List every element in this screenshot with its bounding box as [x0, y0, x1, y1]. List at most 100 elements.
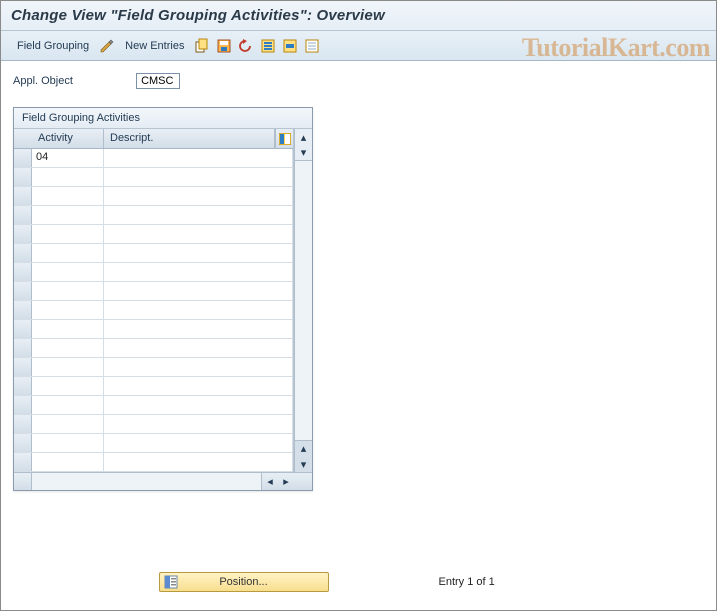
cell-descript[interactable] — [104, 225, 293, 243]
copy-as-button[interactable] — [192, 36, 212, 56]
cell-activity[interactable] — [32, 301, 104, 319]
header-fields: Appl. Object CMSC — [1, 61, 716, 89]
toggle-change-button[interactable] — [97, 36, 117, 56]
entry-counter: Entry 1 of 1 — [439, 576, 559, 588]
row-selector[interactable] — [14, 187, 32, 205]
select-all-icon — [260, 38, 276, 54]
scroll-down-button-2[interactable]: ▾ — [295, 456, 312, 472]
cell-activity[interactable] — [32, 282, 104, 300]
cell-descript[interactable] — [104, 168, 293, 186]
cell-activity[interactable] — [32, 187, 104, 205]
cell-descript[interactable] — [104, 206, 293, 224]
table-row — [14, 415, 293, 434]
row-selector[interactable] — [14, 149, 32, 167]
cell-activity[interactable] — [32, 225, 104, 243]
cell-activity[interactable] — [32, 453, 104, 471]
cell-descript[interactable] — [104, 320, 293, 338]
cell-descript[interactable] — [104, 149, 293, 167]
cell-activity[interactable] — [32, 396, 104, 414]
horizontal-scrollbar[interactable]: ◂ ▸ — [14, 472, 312, 490]
cell-activity[interactable] — [32, 168, 104, 186]
cell-activity[interactable] — [32, 244, 104, 262]
table-row — [14, 339, 293, 358]
position-icon — [164, 575, 178, 589]
appl-object-label: Appl. Object — [13, 75, 133, 87]
cell-descript[interactable] — [104, 187, 293, 205]
hscroll-track[interactable] — [32, 473, 262, 490]
select-block-icon — [282, 38, 298, 54]
pencil-icon — [99, 38, 115, 54]
table-row — [14, 282, 293, 301]
cell-activity[interactable] — [32, 434, 104, 452]
select-block-button[interactable] — [280, 36, 300, 56]
table-row — [14, 263, 293, 282]
row-selector[interactable] — [14, 244, 32, 262]
table-row — [14, 225, 293, 244]
table-row — [14, 453, 293, 472]
cell-descript[interactable] — [104, 415, 293, 433]
cell-activity[interactable] — [32, 263, 104, 281]
row-selector[interactable] — [14, 301, 32, 319]
scroll-down-button[interactable]: ▾ — [295, 145, 312, 161]
position-button[interactable]: Position... — [159, 572, 329, 592]
row-selector[interactable] — [14, 396, 32, 414]
scroll-up-button[interactable]: ▴ — [295, 129, 312, 145]
column-header-activity[interactable]: Activity — [32, 129, 104, 148]
footer-bar: Position... Entry 1 of 1 — [1, 572, 716, 592]
appl-object-field[interactable]: CMSC — [136, 73, 180, 89]
row-selector[interactable] — [14, 168, 32, 186]
configure-columns-icon — [279, 133, 291, 145]
row-selector[interactable] — [14, 339, 32, 357]
cell-activity[interactable] — [32, 320, 104, 338]
row-selector[interactable] — [14, 320, 32, 338]
row-selector[interactable] — [14, 263, 32, 281]
cell-activity[interactable]: 04 — [32, 149, 104, 167]
scroll-left-button[interactable]: ◂ — [262, 473, 278, 490]
row-selector[interactable] — [14, 415, 32, 433]
deselect-all-button[interactable] — [302, 36, 322, 56]
cell-descript[interactable] — [104, 453, 293, 471]
vertical-scrollbar[interactable]: ▴ ▾ ▴ ▾ — [294, 129, 312, 472]
row-selector[interactable] — [14, 377, 32, 395]
undo-icon — [238, 38, 254, 54]
row-selector-header[interactable] — [14, 129, 32, 148]
row-selector[interactable] — [14, 358, 32, 376]
table-title: Field Grouping Activities — [14, 108, 312, 129]
field-grouping-menu[interactable]: Field Grouping — [11, 38, 95, 54]
row-selector[interactable] — [14, 453, 32, 471]
cell-activity[interactable] — [32, 377, 104, 395]
new-entries-button[interactable]: New Entries — [119, 38, 190, 54]
cell-descript[interactable] — [104, 282, 293, 300]
row-selector[interactable] — [14, 282, 32, 300]
table-row — [14, 244, 293, 263]
table-row — [14, 206, 293, 225]
cell-activity[interactable] — [32, 358, 104, 376]
table-row — [14, 377, 293, 396]
row-selector[interactable] — [14, 434, 32, 452]
cell-descript[interactable] — [104, 434, 293, 452]
column-header-descript[interactable]: Descript. — [104, 129, 275, 148]
undo-button[interactable] — [236, 36, 256, 56]
vscroll-track[interactable] — [295, 161, 312, 440]
cell-activity[interactable] — [32, 206, 104, 224]
cell-descript[interactable] — [104, 339, 293, 357]
cell-descript[interactable] — [104, 301, 293, 319]
cell-descript[interactable] — [104, 244, 293, 262]
table-row — [14, 434, 293, 453]
cell-descript[interactable] — [104, 358, 293, 376]
cell-descript[interactable] — [104, 377, 293, 395]
cell-activity[interactable] — [32, 339, 104, 357]
row-selector[interactable] — [14, 206, 32, 224]
select-all-button[interactable] — [258, 36, 278, 56]
table-row — [14, 168, 293, 187]
cell-descript[interactable] — [104, 263, 293, 281]
cell-descript[interactable] — [104, 396, 293, 414]
configure-columns-button[interactable] — [275, 129, 293, 148]
cell-activity[interactable] — [32, 415, 104, 433]
table-row — [14, 301, 293, 320]
row-selector[interactable] — [14, 225, 32, 243]
scroll-up-button-2[interactable]: ▴ — [295, 440, 312, 456]
save-button[interactable] — [214, 36, 234, 56]
bottom-left-corner — [14, 473, 32, 490]
scroll-right-button[interactable]: ▸ — [278, 473, 294, 490]
